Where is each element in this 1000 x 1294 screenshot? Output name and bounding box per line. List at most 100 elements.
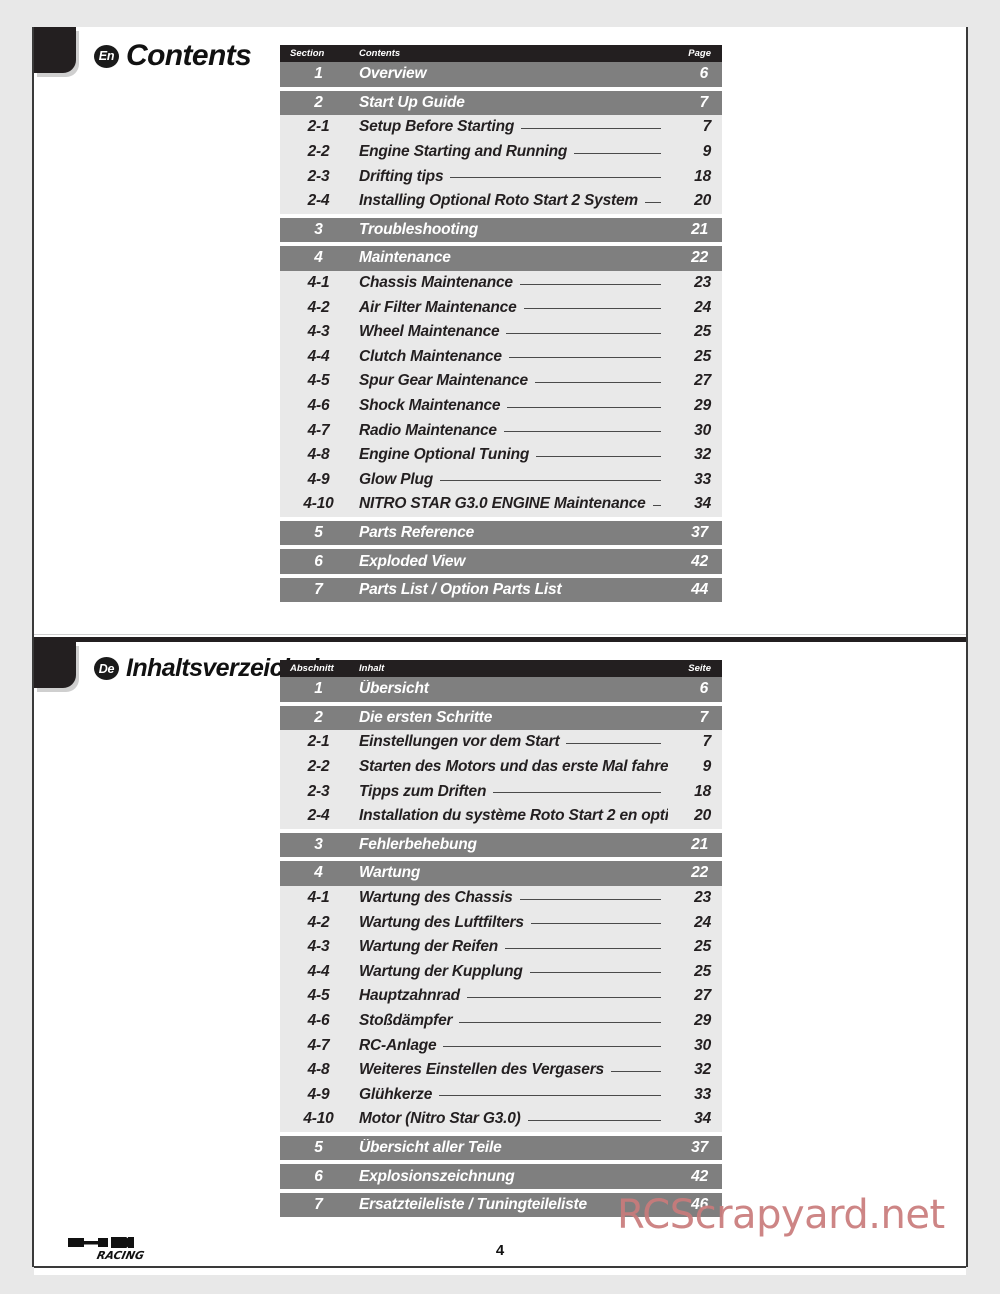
- toc-section-row[interactable]: 4 Wartung 22: [280, 861, 722, 886]
- toc-entry-label: Stoßdämpfer: [359, 1012, 453, 1030]
- toc-entry-label: Ersatzteileliste / Tuningteileliste: [359, 1196, 587, 1214]
- toc-section-row[interactable]: 1 Overview 6: [280, 62, 722, 87]
- toc-subsection-row[interactable]: 4-2 Wartung des Luftfilters 24: [280, 910, 722, 935]
- toc-subsection-row[interactable]: 2-4 Installing Optional Roto Start 2 Syst…: [280, 188, 722, 214]
- toc-subsection-row[interactable]: 2-1 Einstellungen vor dem Start 7: [280, 730, 722, 755]
- toc-section-row[interactable]: 3 Fehlerbehebung 21: [280, 832, 722, 858]
- toc-subsection-row[interactable]: 4-6 Shock Maintenance 29: [280, 393, 722, 419]
- toc-subsection-row[interactable]: 4-9 Glow Plug 33: [280, 467, 722, 493]
- toc-section-number: 4-4: [307, 962, 330, 980]
- toc-section-number: 4-9: [307, 1085, 330, 1103]
- toc-subsection-row[interactable]: 4-1 Chassis Maintenance 23: [280, 270, 722, 296]
- toc-leader-line: [610, 1070, 661, 1072]
- toc-page-number: 21: [691, 220, 708, 238]
- toc-entry-label: Starten des Motors und das erste Mal fah…: [359, 758, 668, 776]
- toc-group: 6 Exploded View 42: [280, 549, 722, 574]
- toc-section-number: 2-1: [307, 118, 330, 136]
- contents-panel-en: En Contents Section Contents Page 1 Overv…: [34, 27, 966, 634]
- toc-leader-line: [508, 357, 661, 359]
- toc-entry-label: Tipps zum Driften: [359, 782, 487, 800]
- toc-entry-label: Wartung: [359, 864, 421, 882]
- toc-section-row[interactable]: 3 Troubleshooting 21: [280, 217, 722, 243]
- toc-page-number: 25: [694, 938, 711, 956]
- toc-leader-line: [450, 177, 661, 179]
- toc-group: 7 Parts List / Option Parts List 44: [280, 577, 722, 603]
- toc-entry-title: Wartung des Chassis: [357, 889, 668, 907]
- toc-section-row[interactable]: 6 Exploded View 42: [280, 549, 722, 574]
- toc-subsection-row[interactable]: 4-2 Air Filter Maintenance 24: [280, 295, 722, 320]
- panel-divider: [34, 634, 966, 642]
- toc-section-row[interactable]: 7 Parts List / Option Parts List 44: [280, 577, 722, 603]
- toc-page-number: 33: [694, 470, 711, 488]
- toc-subsection-row[interactable]: 2-2 Starten des Motors und das erste Mal …: [280, 754, 722, 780]
- toc-entry-title: Fehlerbehebung: [357, 836, 668, 854]
- toc-entry-title: Exploded View: [357, 553, 668, 571]
- toc-group: 2 Start Up Guide 7 2-1 Setup Before Starting…: [280, 90, 722, 214]
- toc-page-number: 44: [691, 581, 708, 599]
- toc-section-number: 4-1: [307, 889, 330, 907]
- toc-subsection-row[interactable]: 4-3 Wartung der Reifen 25: [280, 934, 722, 960]
- toc-subsection-row[interactable]: 4-4 Wartung der Kupplung 25: [280, 959, 722, 985]
- toc-section-row[interactable]: 6 Explosionszeichnung 42: [280, 1164, 722, 1189]
- toc-leader-line: [529, 972, 661, 974]
- toc-page-number: 37: [691, 1138, 708, 1156]
- toc-entry-label: Exploded View: [359, 552, 466, 570]
- toc-subsection-row[interactable]: 4-3 Wheel Maintenance 25: [280, 319, 722, 345]
- toc-page-number: 37: [691, 523, 708, 541]
- toc-section-number: 4-10: [303, 495, 334, 513]
- toc-subsection-row[interactable]: 4-6 Stoßdämpfer 29: [280, 1008, 722, 1034]
- toc-page-number: 6: [699, 65, 709, 83]
- toc-entry-title: Wartung: [357, 864, 668, 882]
- toc-subsection-row[interactable]: 2-1 Setup Before Starting 7: [280, 115, 722, 140]
- toc-section-row[interactable]: 7 Ersatzteileliste / Tuningteileliste 46: [280, 1192, 722, 1218]
- toc-entry-label: Troubleshooting: [359, 220, 478, 238]
- toc-subsection-row[interactable]: 4-5 Hauptzahnrad 27: [280, 984, 722, 1009]
- toc-leader-line: [503, 431, 661, 433]
- toc-subsection-row[interactable]: 4-7 RC-Anlage 30: [280, 1033, 722, 1058]
- toc-section-number: 2-3: [307, 167, 330, 185]
- toc-leader-line: [459, 1021, 661, 1023]
- toc-leader-line: [645, 201, 661, 203]
- toc-page-number: 29: [694, 1012, 711, 1030]
- toc-entry-label: NITRO STAR G3.0 ENGINE Maintenance: [359, 495, 646, 513]
- toc-section-number: 6: [314, 552, 323, 570]
- toc-section-number: 4-4: [307, 347, 330, 365]
- toc-subsection-row[interactable]: 4-10 NITRO STAR G3.0 ENGINE Maintenance 34: [280, 492, 722, 517]
- toc-entry-title: Übersicht: [357, 680, 668, 698]
- toc-subsection-row[interactable]: 4-5 Spur Gear Maintenance 27: [280, 369, 722, 394]
- toc-subsection-row[interactable]: 4-8 Weiteres Einstellen des Vergasers 32: [280, 1057, 722, 1083]
- toc-entry-title: Setup Before Starting: [357, 118, 668, 136]
- toc-subsection-row[interactable]: 2-4 Installation du système Roto Start 2 …: [280, 803, 722, 829]
- toc-section-row[interactable]: 2 Die ersten Schritte 7: [280, 705, 722, 731]
- toc-entry-title: Übersicht aller Teile: [357, 1139, 668, 1157]
- toc-page-number: 34: [694, 495, 711, 513]
- toc-entry-title: Weiteres Einstellen des Vergasers: [357, 1061, 668, 1079]
- toc-section-number: 4-5: [307, 987, 330, 1005]
- column-header-contents: Contents: [359, 48, 401, 59]
- toc-section-number: 2-2: [307, 143, 330, 161]
- toc-section-row[interactable]: 4 Maintenance 22: [280, 246, 722, 271]
- toc-subsection-row[interactable]: 2-3 Drifting tips 18: [280, 164, 722, 189]
- toc-section-number: 2-2: [307, 758, 330, 776]
- toc-section-row[interactable]: 5 Übersicht aller Teile 37: [280, 1135, 722, 1161]
- toc-leader-line: [652, 504, 661, 506]
- toc-page-number: 30: [694, 421, 711, 439]
- toc-subsection-row[interactable]: 4-10 Motor (Nitro Star G3.0) 34: [280, 1107, 722, 1132]
- toc-leader-line: [493, 792, 661, 794]
- toc-section-row[interactable]: 5 Parts Reference 37: [280, 520, 722, 546]
- toc-subsection-row[interactable]: 4-8 Engine Optional Tuning 32: [280, 442, 722, 468]
- toc-subsection-row[interactable]: 2-3 Tipps zum Driften 18: [280, 779, 722, 804]
- toc-section-number: 4-9: [307, 470, 330, 488]
- toc-section-row[interactable]: 2 Start Up Guide 7: [280, 90, 722, 116]
- toc-group: 1 Overview 6: [280, 62, 722, 87]
- toc-subsection-row[interactable]: 4-7 Radio Maintenance 30: [280, 418, 722, 443]
- toc-entry-label: Engine Starting and Running: [359, 143, 568, 161]
- toc-subsection-row[interactable]: 4-1 Wartung des Chassis 23: [280, 885, 722, 911]
- toc-entry-title: Start Up Guide: [357, 94, 668, 112]
- toc-entry-title: Overview: [357, 65, 668, 83]
- toc-subsection-row[interactable]: 2-2 Engine Starting and Running 9: [280, 139, 722, 165]
- toc-section-row[interactable]: 1 Übersicht 6: [280, 677, 722, 702]
- toc-subsection-row[interactable]: 4-9 Glühkerze 33: [280, 1082, 722, 1108]
- toc-subsection-row[interactable]: 4-4 Clutch Maintenance 25: [280, 344, 722, 370]
- toc-entry-title: Wartung der Reifen: [357, 938, 668, 956]
